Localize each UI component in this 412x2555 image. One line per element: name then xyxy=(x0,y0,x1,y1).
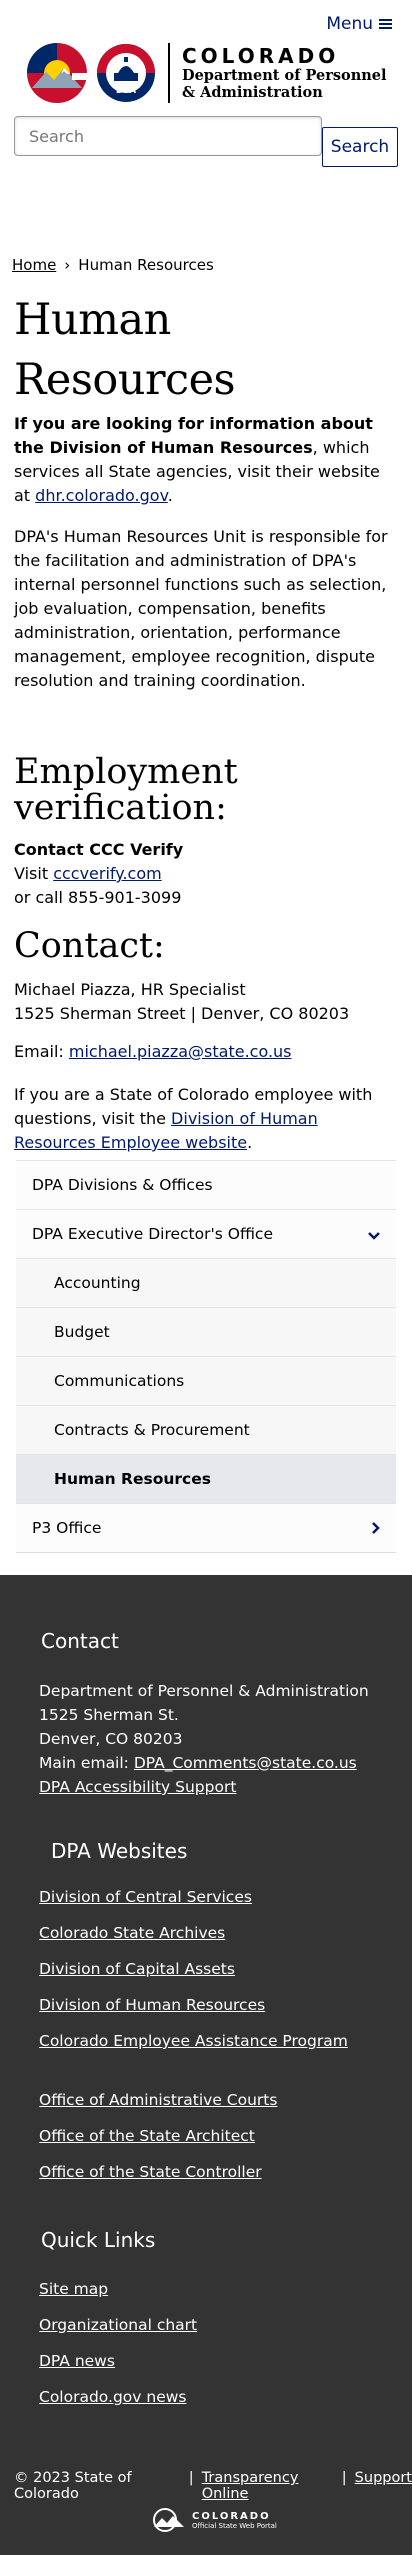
dhr-link[interactable]: dhr.colorado.gov xyxy=(35,486,168,505)
hamburger-icon xyxy=(379,17,392,31)
employee-paragraph: If you are a State of Colorado employee … xyxy=(14,1083,398,1155)
logo-dept-line2: & Administration xyxy=(182,84,323,101)
footer-websites-list: Division of Central Services Colorado St… xyxy=(39,1888,348,2068)
contact-block: Michael Piazza, HR Specialist 1525 Sherm… xyxy=(14,978,398,1026)
nav-item-accounting[interactable]: Accounting xyxy=(16,1258,396,1307)
chevron-right-icon[interactable] xyxy=(372,1519,380,1538)
intro-end: . xyxy=(167,486,173,505)
emp-visit: Visit xyxy=(14,864,49,883)
footer-quick-heading: Quick Links xyxy=(41,2228,156,2252)
nav-item-executive-director[interactable]: DPA Executive Director's Office xyxy=(16,1209,396,1258)
footer-contact: Department of Personnel & Administration… xyxy=(39,1679,369,1799)
employment-block: Contact CCC Verify Visit cccverify.com o… xyxy=(14,838,398,910)
footer-link-state-archives[interactable]: Colorado State Archives xyxy=(39,1924,225,1942)
contact-address: 1525 Sherman Street | Denver, CO 80203 xyxy=(14,1004,350,1023)
support-link[interactable]: Support xyxy=(355,2470,412,2502)
logo-colorado: COLORADO xyxy=(182,44,340,68)
nav-item-divisions[interactable]: DPA Divisions & Offices xyxy=(16,1160,396,1209)
footer-email-label: Main email: xyxy=(39,1754,129,1772)
contact-heading: Contact: xyxy=(14,926,165,966)
footer-contact-heading: Contact xyxy=(41,1629,119,1653)
colorado-portal-icon xyxy=(153,2508,184,2532)
footer-link-dpa-news[interactable]: DPA news xyxy=(39,2352,115,2370)
portal-subtitle: Official State Web Portal xyxy=(192,2521,277,2530)
search-input[interactable] xyxy=(14,116,322,156)
nav-label: Accounting xyxy=(54,1274,141,1292)
cccverify-link[interactable]: cccverify.com xyxy=(53,864,162,883)
logo-text: COLORADO Department of Personnel & Admin… xyxy=(182,45,387,101)
footer-link-colorado-news[interactable]: Colorado.gov news xyxy=(39,2388,186,2406)
breadcrumb-current: Human Resources xyxy=(78,256,214,274)
search-button[interactable]: Search xyxy=(322,127,398,167)
page-title: Human Resources xyxy=(14,295,236,405)
footer-link-state-architect[interactable]: Office of the State Architect xyxy=(39,2127,255,2145)
footer-accessibility-link[interactable]: DPA Accessibility Support xyxy=(39,1778,236,1796)
breadcrumb: Home › Human Resources xyxy=(12,256,214,274)
breadcrumb-separator: › xyxy=(64,256,71,274)
logo-dept-line1: Department of Personnel xyxy=(182,67,387,84)
site-logo[interactable]: DPA COLORADO Department of Personnel & A… xyxy=(24,40,387,106)
footer-contact-line2: 1525 Sherman St. xyxy=(39,1706,179,1724)
chevron-down-icon[interactable] xyxy=(368,1225,380,1244)
state-portal-logo[interactable]: COLORADO Official State Web Portal xyxy=(152,2507,277,2533)
dpa-capitol-logo-icon: DPA xyxy=(97,44,155,102)
nav-label: DPA Divisions & Offices xyxy=(32,1176,213,1194)
logo-divider xyxy=(168,43,170,103)
footer-link-human-resources[interactable]: Division of Human Resources xyxy=(39,1996,265,2014)
nav-label: Human Resources xyxy=(54,1470,211,1488)
footer-contact-line1: Department of Personnel & Administration xyxy=(39,1682,369,1700)
footer-contact-line3: Denver, CO 80203 xyxy=(39,1730,183,1748)
footer-link-state-controller[interactable]: Office of the State Controller xyxy=(39,2163,262,2181)
email-link[interactable]: michael.piazza@state.co.us xyxy=(69,1042,292,1061)
site-footer: Contact Department of Personnel & Admini… xyxy=(0,1575,412,2555)
breadcrumb-home[interactable]: Home xyxy=(12,256,56,274)
body-paragraph: DPA's Human Resources Unit is responsibl… xyxy=(14,527,388,690)
email-line: Email: michael.piazza@state.co.us xyxy=(14,1040,398,1064)
footer-link-central-services[interactable]: Division of Central Services xyxy=(39,1888,252,1906)
nav-label: Contracts & Procurement xyxy=(54,1421,250,1439)
side-nav: DPA Divisions & Offices DPA Executive Di… xyxy=(16,1160,396,1553)
menu-label: Menu xyxy=(326,14,373,34)
nav-label: P3 Office xyxy=(32,1519,102,1537)
employment-heading: Employment verification: xyxy=(14,752,238,828)
email-label: Email: xyxy=(14,1042,64,1061)
footer-quick-list: Site map Organizational chart DPA news C… xyxy=(39,2280,197,2424)
portal-title: COLORADO xyxy=(192,2510,271,2522)
nav-label: Budget xyxy=(54,1323,110,1341)
dpa-logo-text: DPA xyxy=(116,86,136,96)
emp-call: or call 855-901-3099 xyxy=(14,888,182,907)
footer-bottom-bar: © 2023 State of Colorado | Transparency … xyxy=(14,2470,412,2502)
nav-item-p3-office[interactable]: P3 Office xyxy=(16,1503,396,1552)
separator: | xyxy=(341,2470,347,2486)
nav-item-contracts[interactable]: Contracts & Procurement xyxy=(16,1405,396,1454)
nav-item-budget[interactable]: Budget xyxy=(16,1307,396,1356)
nav-item-communications[interactable]: Communications xyxy=(16,1356,396,1405)
colorado-c-logo-icon xyxy=(27,43,88,103)
transparency-link[interactable]: Transparency Online xyxy=(202,2470,334,2502)
footer-email-link[interactable]: DPA_Comments@state.co.us xyxy=(134,1754,357,1772)
emp-contact-label: Contact CCC Verify xyxy=(14,840,184,859)
footer-link-admin-courts[interactable]: Office of Administrative Courts xyxy=(39,2091,277,2109)
footer-websites-heading: DPA Websites xyxy=(51,1839,188,1863)
footer-link-org-chart[interactable]: Organizational chart xyxy=(39,2316,197,2334)
footer-offices-list: Office of Administrative Courts Office o… xyxy=(39,2091,277,2199)
main-content: Human Resources If you are looking for i… xyxy=(14,290,398,1155)
footer-link-capital-assets[interactable]: Division of Capital Assets xyxy=(39,1960,235,1978)
intro-paragraph: If you are looking for information about… xyxy=(14,412,398,508)
separator: | xyxy=(188,2470,194,2486)
nav-label: DPA Executive Director's Office xyxy=(32,1225,273,1243)
copyright: © 2023 State of Colorado xyxy=(14,2470,132,2502)
menu-button[interactable]: Menu xyxy=(326,14,392,34)
footer-link-site-map[interactable]: Site map xyxy=(39,2280,108,2298)
site-header: Menu DPA COLORADO Department of Personne… xyxy=(0,0,412,167)
nav-item-human-resources[interactable]: Human Resources xyxy=(16,1454,396,1503)
nav-label: Communications xyxy=(54,1372,185,1390)
footer-link-employee-assistance[interactable]: Colorado Employee Assistance Program xyxy=(39,2032,348,2050)
search-bar: Search xyxy=(14,116,398,167)
employee-end: . xyxy=(247,1133,253,1152)
contact-name: Michael Piazza, HR Specialist xyxy=(14,980,246,999)
